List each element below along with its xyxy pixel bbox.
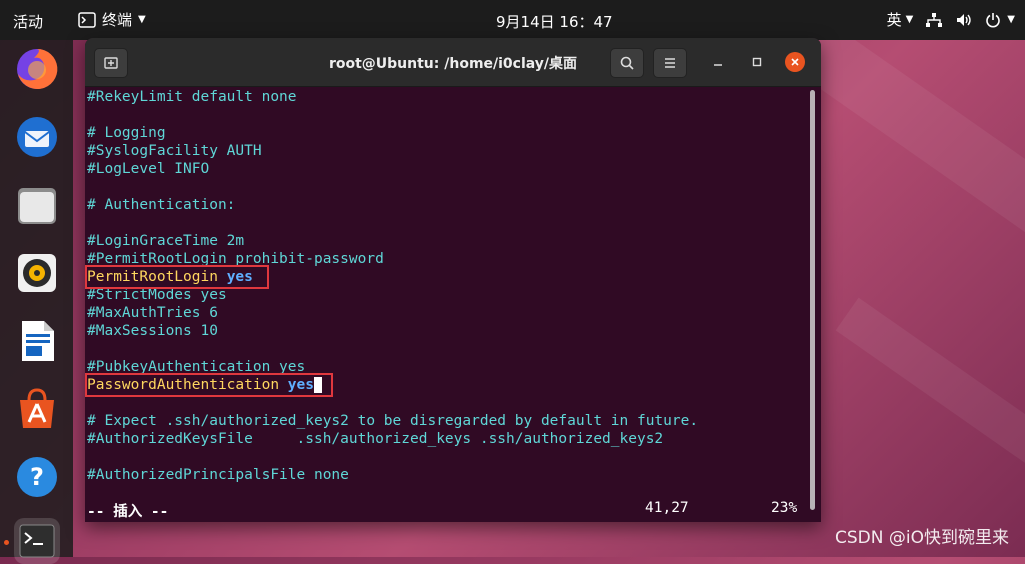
app-menu[interactable]: 终端 ▼ <box>78 9 146 30</box>
running-indicator <box>4 540 9 545</box>
firefox-icon[interactable] <box>14 46 60 92</box>
software-center-icon[interactable] <box>14 386 60 432</box>
hamburger-icon <box>665 58 675 68</box>
terminal-icon[interactable] <box>14 518 60 564</box>
cursor-position: 41,27 <box>645 500 689 516</box>
clock[interactable]: 9月14日 16：47 <box>496 11 613 32</box>
scrollbar[interactable] <box>810 90 815 510</box>
power-icon <box>986 12 1001 27</box>
minimize-button[interactable] <box>709 53 727 71</box>
maximize-icon <box>752 57 762 67</box>
search-icon <box>620 56 634 70</box>
terminal-line: # Expect .ssh/authorized_keys2 to be dis… <box>87 413 699 429</box>
vim-mode-indicator: -- 插入 -- <box>87 504 169 520</box>
libreoffice-writer-icon[interactable] <box>14 318 60 364</box>
terminal-line: #AuthorizedKeysFile .ssh/authorized_keys… <box>87 431 664 447</box>
maximize-button[interactable] <box>748 53 766 71</box>
app-menu-label: 终端 <box>102 11 133 29</box>
highlight-box-password-authentication <box>85 373 333 397</box>
terminal-line: # Logging <box>87 125 166 141</box>
terminal-line: # Authentication: <box>87 197 236 213</box>
volume-icon <box>957 13 971 26</box>
close-icon <box>791 58 799 66</box>
system-tray[interactable]: 英 ▼ ▼ <box>887 9 1015 30</box>
wallpaper-stripe <box>835 297 1025 503</box>
thunderbird-icon[interactable] <box>14 114 60 160</box>
help-icon[interactable]: ? <box>14 454 60 500</box>
close-button[interactable] <box>785 52 805 72</box>
files-icon[interactable] <box>14 182 60 228</box>
terminal-content[interactable]: #RekeyLimit default none # Logging #Sysl… <box>85 86 821 522</box>
minimize-icon <box>714 64 722 66</box>
terminal-line: #LoginGraceTime 2m <box>87 233 245 249</box>
terminal-small-icon <box>78 11 96 28</box>
svg-text:?: ? <box>30 463 44 491</box>
top-bar: 活动 终端 ▼ 9月14日 16：47 英 ▼ ▼ <box>0 0 1025 40</box>
chevron-down-icon: ▼ <box>138 14 146 25</box>
input-method[interactable]: 英 <box>887 9 902 30</box>
chevron-down-icon: ▼ <box>905 14 914 25</box>
highlight-box-permit-root-login <box>85 265 269 289</box>
search-button[interactable] <box>610 48 644 78</box>
terminal-line: #RekeyLimit default none <box>87 89 297 105</box>
terminal-line: #MaxSessions 10 <box>87 323 218 339</box>
rhythmbox-icon[interactable] <box>14 250 60 296</box>
scroll-percent: 23% <box>771 500 798 516</box>
terminal-line: #AuthorizedPrincipalsFile none <box>87 467 349 483</box>
title-bar[interactable]: root@Ubuntu: /home/i0clay/桌面 <box>85 38 821 87</box>
terminal-line: #MaxAuthTries 6 <box>87 305 218 321</box>
watermark: CSDN @iO快到碗里来 <box>835 528 1009 548</box>
network-icon <box>926 12 943 27</box>
menu-button[interactable] <box>653 48 687 78</box>
terminal-window: root@Ubuntu: /home/i0clay/桌面 #RekeyLimit… <box>85 38 821 522</box>
chevron-down-icon: ▼ <box>1007 14 1015 25</box>
dock: ? <box>0 40 73 564</box>
terminal-line: #SyslogFacility AUTH <box>87 143 262 159</box>
activities-button[interactable]: 活动 <box>13 11 43 32</box>
terminal-line: #LogLevel INFO <box>87 161 210 177</box>
